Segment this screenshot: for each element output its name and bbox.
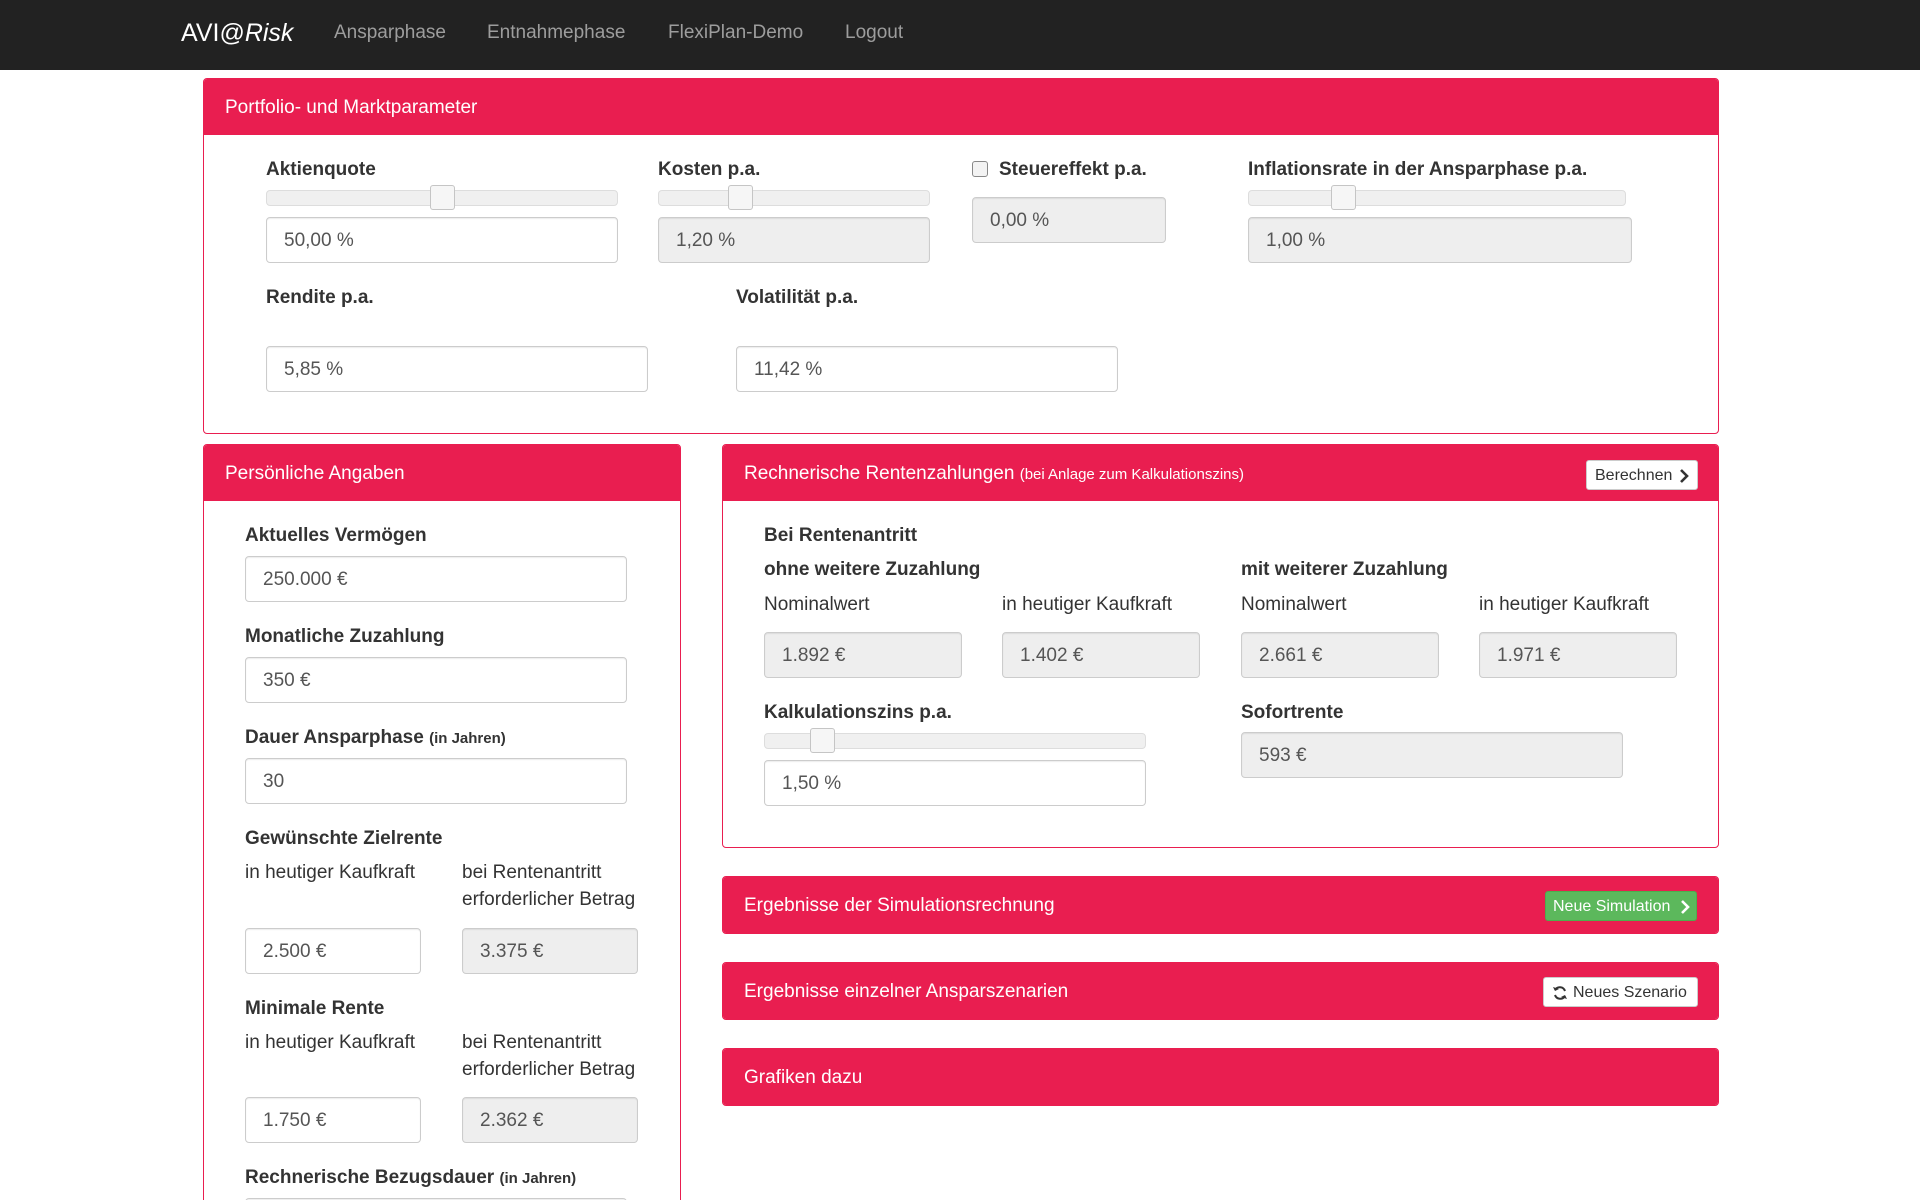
inflation-label: Inflationsrate in der Ansparphase p.a. [1248, 159, 1588, 180]
kalkzins-input[interactable]: 1,50 % [764, 760, 1146, 806]
zuzahlung-input[interactable]: 350 € [245, 657, 627, 703]
kosten-label: Kosten p.a. [658, 159, 761, 180]
bei-rentenantritt-label: Bei Rentenantritt [764, 525, 918, 546]
aktienquote-slider-handle[interactable] [430, 185, 455, 210]
szenarien-panel-title: Ergebnisse einzelner Ansparszenarien [744, 981, 1069, 1002]
mit-zuzahlung-label: mit weiterer Zuzahlung [1241, 559, 1448, 580]
ohne-kaufkraft-output: 1.402 € [1002, 632, 1200, 678]
vermoegen-input[interactable]: 250.000 € [245, 556, 627, 602]
rendite-label: Rendite p.a. [266, 287, 374, 308]
kalkzins-slider-handle[interactable] [810, 728, 835, 753]
nav-link-entnahmephase[interactable]: Entnahmephase [487, 22, 625, 44]
portfolio-panel: Portfolio- und Marktparameter Aktienquot… [203, 78, 1719, 434]
portfolio-panel-title: Portfolio- und Marktparameter [225, 97, 478, 118]
szenarien-panel-heading[interactable]: Ergebnisse einzelner Ansparszenarien Neu… [723, 963, 1718, 1019]
renten-panel-title: Rechnerische Rentenzahlungen (bei Anlage… [744, 463, 1244, 484]
chevron-right-icon [1681, 900, 1690, 914]
personal-panel-heading: Persönliche Angaben [204, 445, 680, 501]
steuereffekt-label: Steuereffekt p.a. [999, 159, 1147, 180]
ergebnisse-panel-heading[interactable]: Ergebnisse der Simulationsrechnung Neue … [723, 877, 1718, 933]
kalkzins-slider[interactable] [764, 728, 1146, 753]
ohne-zuzahlung-label: ohne weitere Zuzahlung [764, 559, 981, 580]
aktienquote-label: Aktienquote [266, 159, 376, 180]
zielrente-kaufkraft-input[interactable]: 2.500 € [245, 928, 421, 974]
renten-panel: Rechnerische Rentenzahlungen (bei Anlage… [722, 444, 1719, 848]
zielrente-col1-label: in heutiger Kaufkraft [245, 862, 416, 883]
grafiken-panel-title: Grafiken dazu [744, 1067, 863, 1088]
zielrente-label: Gewünschte Zielrente [245, 828, 443, 849]
renten-panel-heading: Rechnerische Rentenzahlungen (bei Anlage… [723, 445, 1718, 501]
neue-simulation-button[interactable]: Neue Simulation [1545, 891, 1697, 921]
portfolio-panel-heading: Portfolio- und Marktparameter [204, 79, 1718, 135]
dauer-input[interactable]: 30 [245, 758, 627, 804]
mit-kaufkraft-label: in heutiger Kaufkraft [1479, 594, 1650, 615]
grafiken-panel[interactable]: Grafiken dazu [722, 1048, 1719, 1106]
inflation-slider[interactable] [1248, 185, 1626, 210]
szenarien-panel[interactable]: Ergebnisse einzelner Ansparszenarien Neu… [722, 962, 1719, 1020]
steuereffekt-checkbox[interactable] [972, 161, 988, 177]
kalkzins-label: Kalkulationszins p.a. [764, 702, 952, 723]
ohne-nominal-output: 1.892 € [764, 632, 962, 678]
zielrente-betrag-input: 3.375 € [462, 928, 638, 974]
ohne-nominal-label: Nominalwert [764, 594, 870, 615]
zielrente-col2-label: bei Rentenantritt erforderlicher Betrag [462, 862, 636, 910]
berechnen-button[interactable]: Berechnen [1586, 460, 1698, 490]
zuzahlung-label: Monatliche Zuzahlung [245, 626, 445, 647]
volatilitaet-label: Volatilität p.a. [736, 287, 859, 308]
minrente-label: Minimale Rente [245, 998, 385, 1019]
chevron-right-icon [1680, 469, 1689, 483]
refresh-icon [1553, 986, 1567, 1000]
personal-panel: Persönliche Angaben Aktuelles Vermögen 2… [203, 444, 681, 1200]
inflation-input: 1,00 % [1248, 217, 1632, 263]
nav-link-flexiplan-demo[interactable]: FlexiPlan-Demo [668, 22, 803, 44]
brand-logo[interactable]: AVI@Risk [181, 19, 293, 48]
sofortrente-output: 593 € [1241, 732, 1623, 778]
ergebnisse-panel-title: Ergebnisse der Simulationsrechnung [744, 895, 1055, 916]
mit-kaufkraft-output: 1.971 € [1479, 632, 1677, 678]
dauer-label: Dauer Ansparphase (in Jahren) [245, 727, 506, 748]
neues-szenario-button[interactable]: Neues Szenario [1543, 977, 1698, 1007]
rendite-input[interactable]: 5,85 % [266, 346, 648, 392]
aktienquote-slider[interactable] [266, 185, 618, 210]
personal-panel-title: Persönliche Angaben [225, 463, 405, 484]
sofortrente-label: Sofortrente [1241, 702, 1344, 723]
minrente-kaufkraft-input[interactable]: 1.750 € [245, 1097, 421, 1143]
aktienquote-input[interactable]: 50,00 % [266, 217, 618, 263]
ergebnisse-panel[interactable]: Ergebnisse der Simulationsrechnung Neue … [722, 876, 1719, 934]
nav-link-logout[interactable]: Logout [845, 22, 903, 44]
kosten-input: 1,20 % [658, 217, 930, 263]
ohne-kaufkraft-label: in heutiger Kaufkraft [1002, 594, 1173, 615]
inflation-slider-handle[interactable] [1331, 185, 1356, 210]
top-navbar: AVI@Risk Ansparphase Entnahmephase Flexi… [0, 0, 1920, 70]
kosten-slider[interactable] [658, 185, 930, 210]
minrente-col1-label: in heutiger Kaufkraft [245, 1032, 416, 1053]
bezugsdauer-label: Rechnerische Bezugsdauer (in Jahren) [245, 1167, 577, 1188]
minrente-betrag-input: 2.362 € [462, 1097, 638, 1143]
nav-link-ansparphase[interactable]: Ansparphase [334, 22, 446, 44]
volatilitaet-input[interactable]: 11,42 % [736, 346, 1118, 392]
mit-nominal-output: 2.661 € [1241, 632, 1439, 678]
steuereffekt-input: 0,00 % [972, 197, 1166, 243]
mit-nominal-label: Nominalwert [1241, 594, 1347, 615]
vermoegen-label: Aktuelles Vermögen [245, 525, 427, 546]
grafiken-panel-heading[interactable]: Grafiken dazu [723, 1049, 1718, 1105]
kosten-slider-handle[interactable] [728, 185, 753, 210]
minrente-col2-label: bei Rentenantritt erforderlicher Betrag [462, 1032, 636, 1080]
